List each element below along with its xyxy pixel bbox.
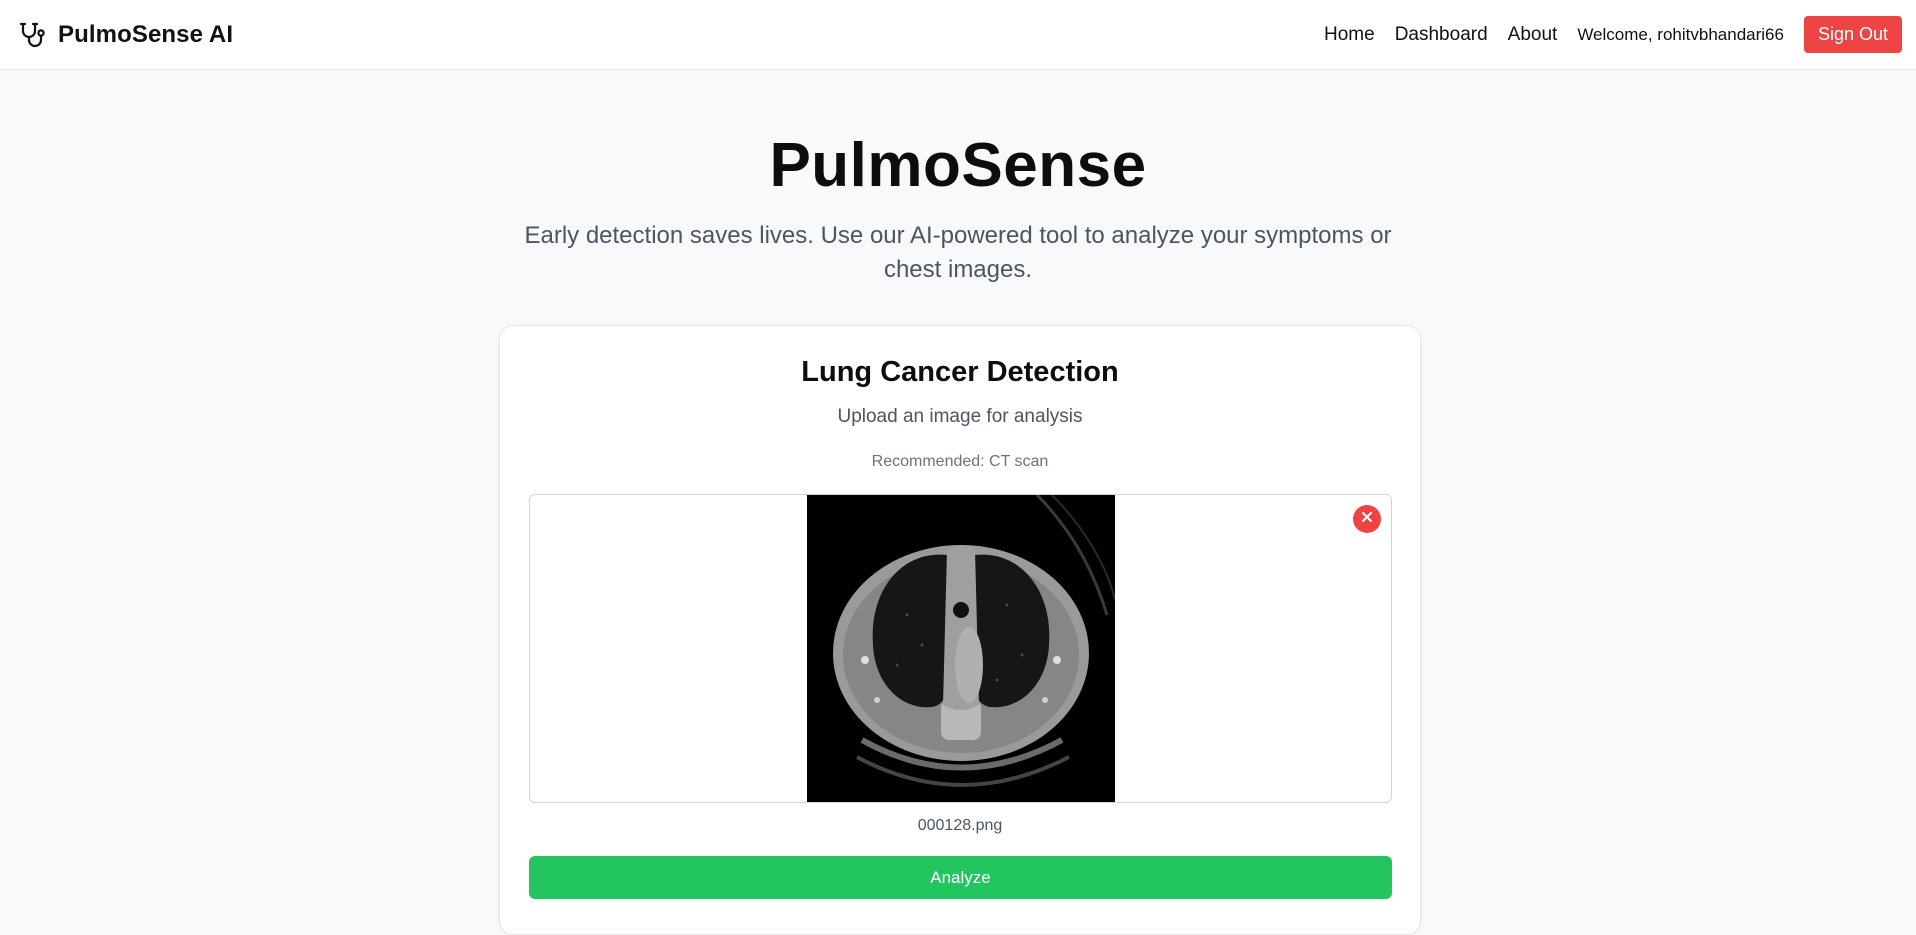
nav-menu: Home Dashboard About Welcome, rohitvbhan…	[1324, 16, 1902, 53]
stethoscope-icon	[18, 20, 48, 50]
nav-link-dashboard[interactable]: Dashboard	[1395, 24, 1488, 46]
navbar: PulmoSense AI Home Dashboard About Welco…	[0, 0, 1916, 70]
detection-card: Lung Cancer Detection Upload an image fo…	[499, 325, 1421, 935]
hero: PulmoSense Early detection saves lives. …	[0, 130, 1916, 287]
brand[interactable]: PulmoSense AI	[18, 20, 233, 50]
analyze-button[interactable]: Analyze	[529, 856, 1392, 899]
card-subtitle: Upload an image for analysis	[837, 406, 1083, 427]
image-preview	[529, 494, 1392, 803]
remove-image-button[interactable]	[1353, 505, 1381, 533]
sign-out-button[interactable]: Sign Out	[1803, 16, 1902, 53]
nav-link-home[interactable]: Home	[1324, 24, 1375, 46]
welcome-text: Welcome, rohitvbhandari66	[1577, 24, 1784, 44]
recommendation-text: Recommended: CT scan	[871, 453, 1049, 470]
close-icon	[1360, 510, 1374, 529]
page-title: PulmoSense	[769, 131, 1147, 200]
page-subtitle: Early detection saves lives. Use our AI-…	[524, 222, 1392, 283]
ct-scan-image	[807, 495, 1116, 802]
card-title: Lung Cancer Detection	[801, 356, 1119, 388]
nav-link-about[interactable]: About	[1508, 24, 1558, 46]
brand-name: PulmoSense AI	[58, 20, 234, 48]
file-name: 000128.png	[917, 817, 1003, 834]
